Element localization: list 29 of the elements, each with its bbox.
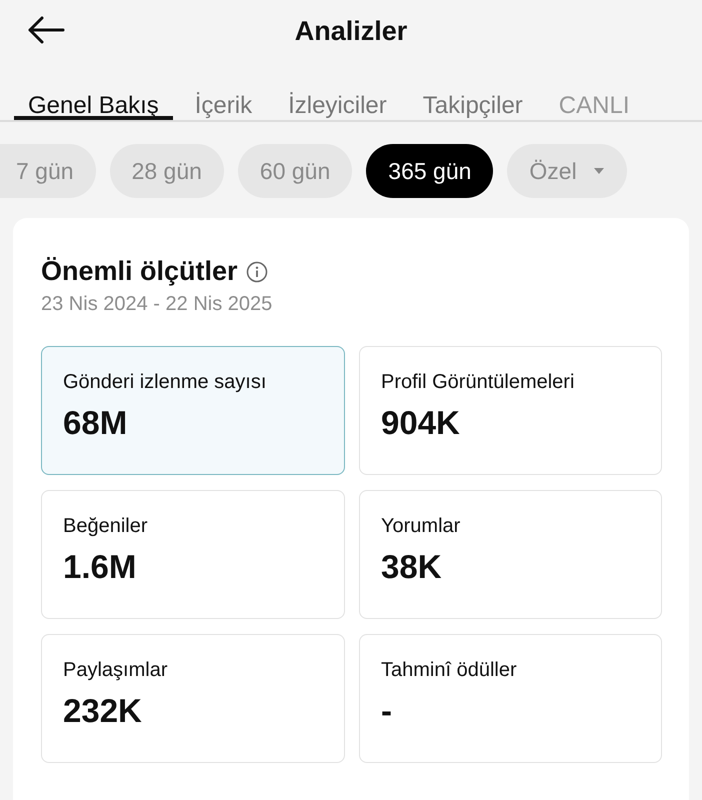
metric-card[interactable]: Gönderi izlenme sayısı 68M [41, 346, 345, 475]
metric-card[interactable]: Paylaşımlar 232K [41, 634, 345, 763]
info-icon[interactable] [246, 260, 268, 282]
tab[interactable]: Takipçiler [408, 82, 537, 120]
metric-value: 232K [63, 692, 143, 730]
metric-label: Paylaşımlar [63, 659, 168, 682]
metric-label: Beğeniler [63, 515, 149, 538]
metric-value: 38K [381, 548, 443, 586]
caret-icon [592, 167, 605, 175]
metric-card[interactable]: Beğeniler 1.6M [41, 490, 345, 619]
metric-value: 904K [381, 404, 461, 442]
back-arrow-icon[interactable] [27, 16, 65, 44]
metric-value: 1.6M [63, 548, 138, 586]
metric-card[interactable]: Profil Görüntülemeleri 904K [359, 346, 662, 475]
tab[interactable]: İçerik [180, 82, 266, 120]
metric-value: 68M [63, 404, 128, 442]
metric-label: Yorumlar [381, 515, 462, 538]
tab[interactable]: Genel Bakış [14, 82, 173, 120]
page-title: Analizler [294, 16, 408, 46]
date-range: 23 Nis 2024 - 22 Nis 2025 [41, 293, 274, 316]
section-title: Önemli ölçütler [41, 256, 238, 287]
metric-card[interactable]: Tahminî ödüller - [359, 634, 662, 763]
metric-label: Tahminî ödüller [381, 659, 518, 682]
period-chip[interactable]: 365 gün [366, 144, 494, 198]
metric-card[interactable]: Yorumlar 38K [359, 490, 662, 619]
metric-label: Profil Görüntülemeleri [381, 371, 576, 394]
metric-label: Gönderi izlenme sayısı [63, 371, 268, 394]
metric-value: - [381, 692, 393, 730]
tab[interactable]: İzleyiciler [274, 82, 401, 120]
